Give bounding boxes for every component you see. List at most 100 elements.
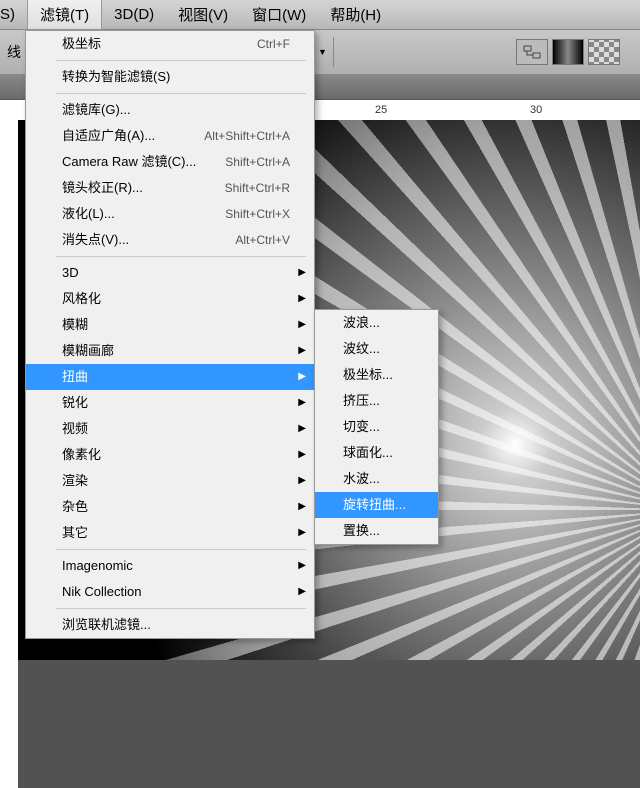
submenu-arrow-icon: ▶ bbox=[298, 342, 306, 360]
quickmask-icon[interactable] bbox=[516, 39, 548, 65]
menu-item[interactable]: 锐化 ▶ bbox=[26, 390, 314, 416]
submenu-item[interactable]: 挤压... bbox=[315, 388, 438, 414]
menu-item-label: 镜头校正(R)... bbox=[62, 179, 143, 197]
menu-item-label: 视频 bbox=[62, 420, 88, 438]
menu-item[interactable]: Camera Raw 滤镜(C)... Shift+Ctrl+A bbox=[26, 149, 314, 175]
menu-item[interactable]: 滤镜库(G)... bbox=[26, 97, 314, 123]
submenu-arrow-icon: ▶ bbox=[298, 446, 306, 464]
menu-item-label: 极坐标 bbox=[62, 35, 101, 53]
submenu-item-label: 置换... bbox=[343, 522, 380, 540]
menu-item[interactable]: 扭曲 ▶ bbox=[26, 364, 314, 390]
menu-prev[interactable]: S) bbox=[0, 2, 27, 27]
menu-item[interactable]: 3D▶ bbox=[26, 260, 314, 286]
menu-filter[interactable]: 滤镜(T) bbox=[27, 0, 102, 30]
menu-item-label: Camera Raw 滤镜(C)... bbox=[62, 153, 196, 171]
menu-item-label: 浏览联机滤镜... bbox=[62, 616, 151, 634]
menu-item-label: Nik Collection bbox=[62, 583, 141, 601]
menu-item[interactable]: 杂色 ▶ bbox=[26, 494, 314, 520]
menu-item[interactable]: 像素化 ▶ bbox=[26, 442, 314, 468]
submenu-arrow-icon: ▶ bbox=[298, 524, 306, 542]
submenu-item[interactable]: 水波... bbox=[315, 466, 438, 492]
menu-shortcut: Alt+Shift+Ctrl+A bbox=[204, 127, 290, 145]
menu-item-label: 渲染 bbox=[62, 472, 88, 490]
checker-preview-icon[interactable] bbox=[588, 39, 620, 65]
menu-item-label: 其它 bbox=[62, 524, 88, 542]
menu-item[interactable]: 风格化 ▶ bbox=[26, 286, 314, 312]
distort-submenu: 波浪... 波纹... 极坐标... 挤压... 切变... 球面化... 水波... 旋转扭… bbox=[314, 309, 439, 545]
menu-item[interactable]: 自适应广角(A)... Alt+Shift+Ctrl+A bbox=[26, 123, 314, 149]
menu-item-label: 像素化 bbox=[62, 446, 101, 464]
toolbar-label: 线 bbox=[7, 42, 21, 62]
submenu-arrow-icon: ▶ bbox=[298, 583, 306, 601]
menu-item[interactable]: 其它 ▶ bbox=[26, 520, 314, 546]
submenu-arrow-icon: ▶ bbox=[298, 394, 306, 412]
submenu-item[interactable]: 切变... bbox=[315, 414, 438, 440]
menu-item[interactable]: 浏览联机滤镜... bbox=[26, 612, 314, 638]
submenu-item-label: 挤压... bbox=[343, 392, 380, 410]
menu-shortcut: Ctrl+F bbox=[257, 35, 290, 53]
submenu-item-label: 波浪... bbox=[343, 314, 380, 332]
menu-item-label: 滤镜库(G)... bbox=[62, 101, 131, 119]
ruler-vertical bbox=[0, 120, 18, 788]
submenu-item[interactable]: 旋转扭曲... bbox=[315, 492, 438, 518]
menu-view[interactable]: 视图(V) bbox=[166, 0, 240, 29]
menu-separator bbox=[56, 93, 306, 94]
submenu-arrow-icon: ▶ bbox=[298, 472, 306, 490]
menu-shortcut: Shift+Ctrl+X bbox=[225, 205, 290, 223]
gradient-preview-icon[interactable] bbox=[552, 39, 584, 65]
menu-separator bbox=[56, 60, 306, 61]
menu-window[interactable]: 窗口(W) bbox=[240, 0, 318, 29]
menu-item[interactable]: 消失点(V)... Alt+Ctrl+V bbox=[26, 227, 314, 253]
filter-menu-dropdown: 极坐标 Ctrl+F 转换为智能滤镜(S) 滤镜库(G)... 自适应广角(A)... A… bbox=[25, 30, 315, 639]
submenu-arrow-icon: ▶ bbox=[298, 290, 306, 308]
menu-separator bbox=[56, 549, 306, 550]
menu-item[interactable]: Nik Collection ▶ bbox=[26, 579, 314, 605]
menu-item-label: 风格化 bbox=[62, 290, 101, 308]
submenu-item-label: 切变... bbox=[343, 418, 380, 436]
submenu-item-label: 极坐标... bbox=[343, 366, 393, 384]
submenu-item[interactable]: 置换... bbox=[315, 518, 438, 544]
menu-item[interactable]: 镜头校正(R)... Shift+Ctrl+R bbox=[26, 175, 314, 201]
menu-item[interactable]: 液化(L)... Shift+Ctrl+X bbox=[26, 201, 314, 227]
menu-shortcut: Alt+Ctrl+V bbox=[235, 231, 290, 249]
menu-item-label: Imagenomic bbox=[62, 557, 133, 575]
submenu-item[interactable]: 波浪... bbox=[315, 310, 438, 336]
menu-help[interactable]: 帮助(H) bbox=[318, 0, 393, 29]
submenu-item[interactable]: 极坐标... bbox=[315, 362, 438, 388]
menu-shortcut: Shift+Ctrl+R bbox=[225, 179, 290, 197]
submenu-arrow-icon: ▶ bbox=[298, 368, 306, 386]
menu-item-label: 模糊画廊 bbox=[62, 342, 114, 360]
menu-item-label: 3D bbox=[62, 264, 79, 282]
menu-3d[interactable]: 3D(D) bbox=[102, 2, 166, 27]
submenu-item[interactable]: 球面化... bbox=[315, 440, 438, 466]
menu-item[interactable]: Imagenomic ▶ bbox=[26, 553, 314, 579]
submenu-item[interactable]: 波纹... bbox=[315, 336, 438, 362]
submenu-item-label: 水波... bbox=[343, 470, 380, 488]
submenu-arrow-icon: ▶ bbox=[298, 420, 306, 438]
menu-separator bbox=[56, 256, 306, 257]
menu-item[interactable]: 模糊画廊 ▶ bbox=[26, 338, 314, 364]
submenu-arrow-icon: ▶ bbox=[298, 316, 306, 334]
menu-item[interactable]: 极坐标 Ctrl+F bbox=[26, 31, 314, 57]
menu-separator bbox=[56, 608, 306, 609]
submenu-arrow-icon: ▶ bbox=[298, 557, 306, 575]
menu-item[interactable]: 视频 ▶ bbox=[26, 416, 314, 442]
menu-item[interactable]: 渲染 ▶ bbox=[26, 468, 314, 494]
menu-item-label: 自适应广角(A)... bbox=[62, 127, 155, 145]
submenu-item-label: 旋转扭曲... bbox=[343, 496, 406, 514]
menu-item[interactable]: 转换为智能滤镜(S) bbox=[26, 64, 314, 90]
chevron-down-icon[interactable]: ▼ bbox=[318, 47, 327, 57]
menu-item-label: 杂色 bbox=[62, 498, 88, 516]
menu-shortcut: Shift+Ctrl+A bbox=[225, 153, 290, 171]
menu-item-label: 消失点(V)... bbox=[62, 231, 129, 249]
menu-item-label: 锐化 bbox=[62, 394, 88, 412]
menu-item-label: 液化(L)... bbox=[62, 205, 115, 223]
ruler-tick: 30 bbox=[530, 104, 542, 116]
menubar: S) 滤镜(T) 3D(D) 视图(V) 窗口(W) 帮助(H) bbox=[0, 0, 640, 30]
ruler-tick: 25 bbox=[375, 104, 387, 116]
menu-item-label: 转换为智能滤镜(S) bbox=[62, 68, 170, 86]
submenu-arrow-icon: ▶ bbox=[298, 498, 306, 516]
toolbar-separator bbox=[333, 37, 334, 67]
menu-item[interactable]: 模糊▶ bbox=[26, 312, 314, 338]
menu-item-label: 扭曲 bbox=[62, 368, 88, 386]
